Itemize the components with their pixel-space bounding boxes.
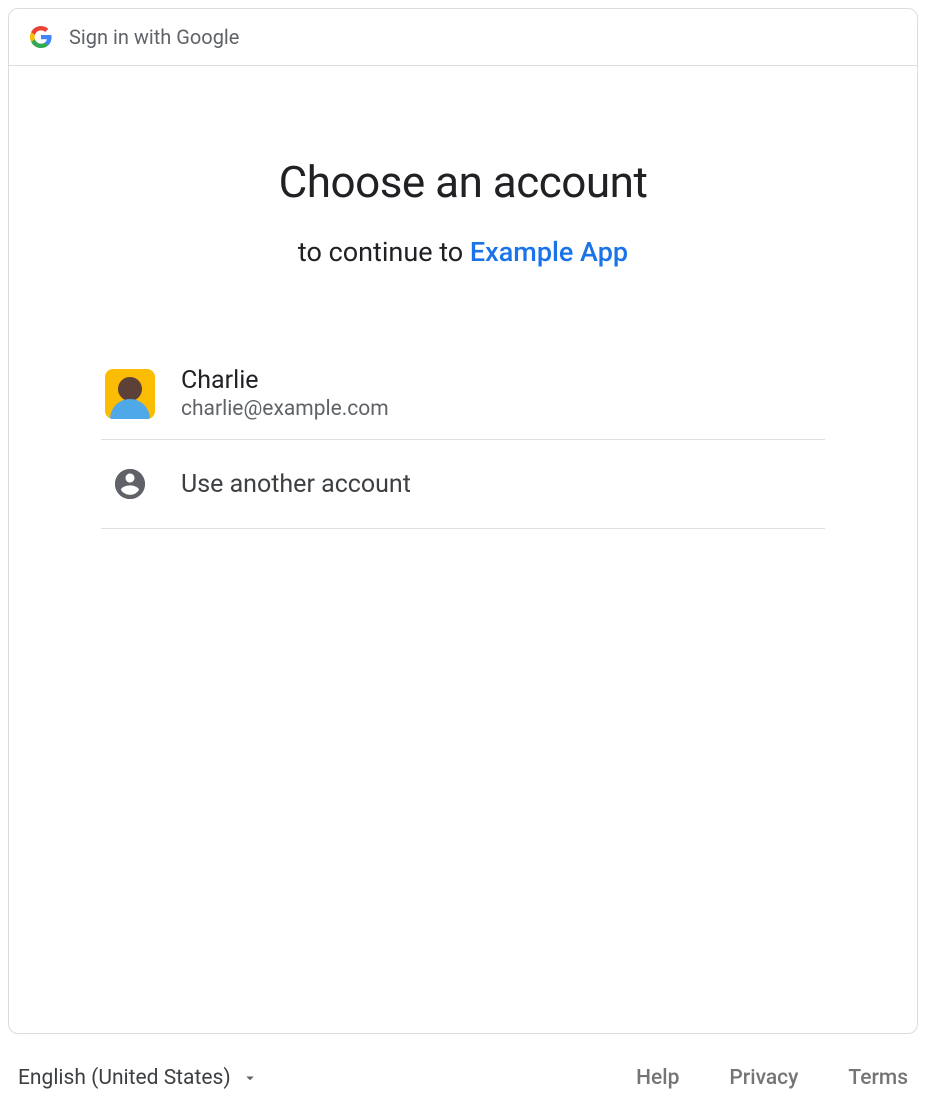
page-title: Choose an account bbox=[279, 156, 648, 208]
account-list: Charlie charlie@example.com Use another … bbox=[101, 348, 825, 529]
page-subtitle: to continue to Example App bbox=[298, 236, 628, 268]
main-content: Choose an account to continue to Example… bbox=[9, 66, 917, 1033]
account-info: Charlie charlie@example.com bbox=[181, 366, 389, 421]
use-another-account-label: Use another account bbox=[181, 470, 411, 499]
chevron-down-icon bbox=[241, 1069, 259, 1087]
footer: English (United States) Help Privacy Ter… bbox=[8, 1034, 918, 1100]
terms-link[interactable]: Terms bbox=[848, 1066, 908, 1090]
header-bar: Sign in with Google bbox=[9, 9, 917, 66]
footer-links: Help Privacy Terms bbox=[636, 1066, 908, 1090]
account-row[interactable]: Charlie charlie@example.com bbox=[101, 348, 825, 440]
subtitle-prefix: to continue to bbox=[298, 236, 470, 268]
privacy-link[interactable]: Privacy bbox=[729, 1066, 798, 1090]
google-logo-icon bbox=[29, 25, 53, 49]
use-another-account-row[interactable]: Use another account bbox=[101, 440, 825, 529]
account-email: charlie@example.com bbox=[181, 397, 389, 421]
app-name-link[interactable]: Example App bbox=[470, 236, 628, 268]
signin-card: Sign in with Google Choose an account to… bbox=[8, 8, 918, 1034]
header-title: Sign in with Google bbox=[69, 25, 239, 49]
person-icon-wrap bbox=[105, 466, 155, 502]
account-name: Charlie bbox=[181, 366, 389, 395]
person-circle-icon bbox=[112, 466, 148, 502]
help-link[interactable]: Help bbox=[636, 1066, 679, 1090]
language-label: English (United States) bbox=[18, 1066, 231, 1090]
language-selector[interactable]: English (United States) bbox=[18, 1066, 259, 1090]
avatar bbox=[105, 369, 155, 419]
